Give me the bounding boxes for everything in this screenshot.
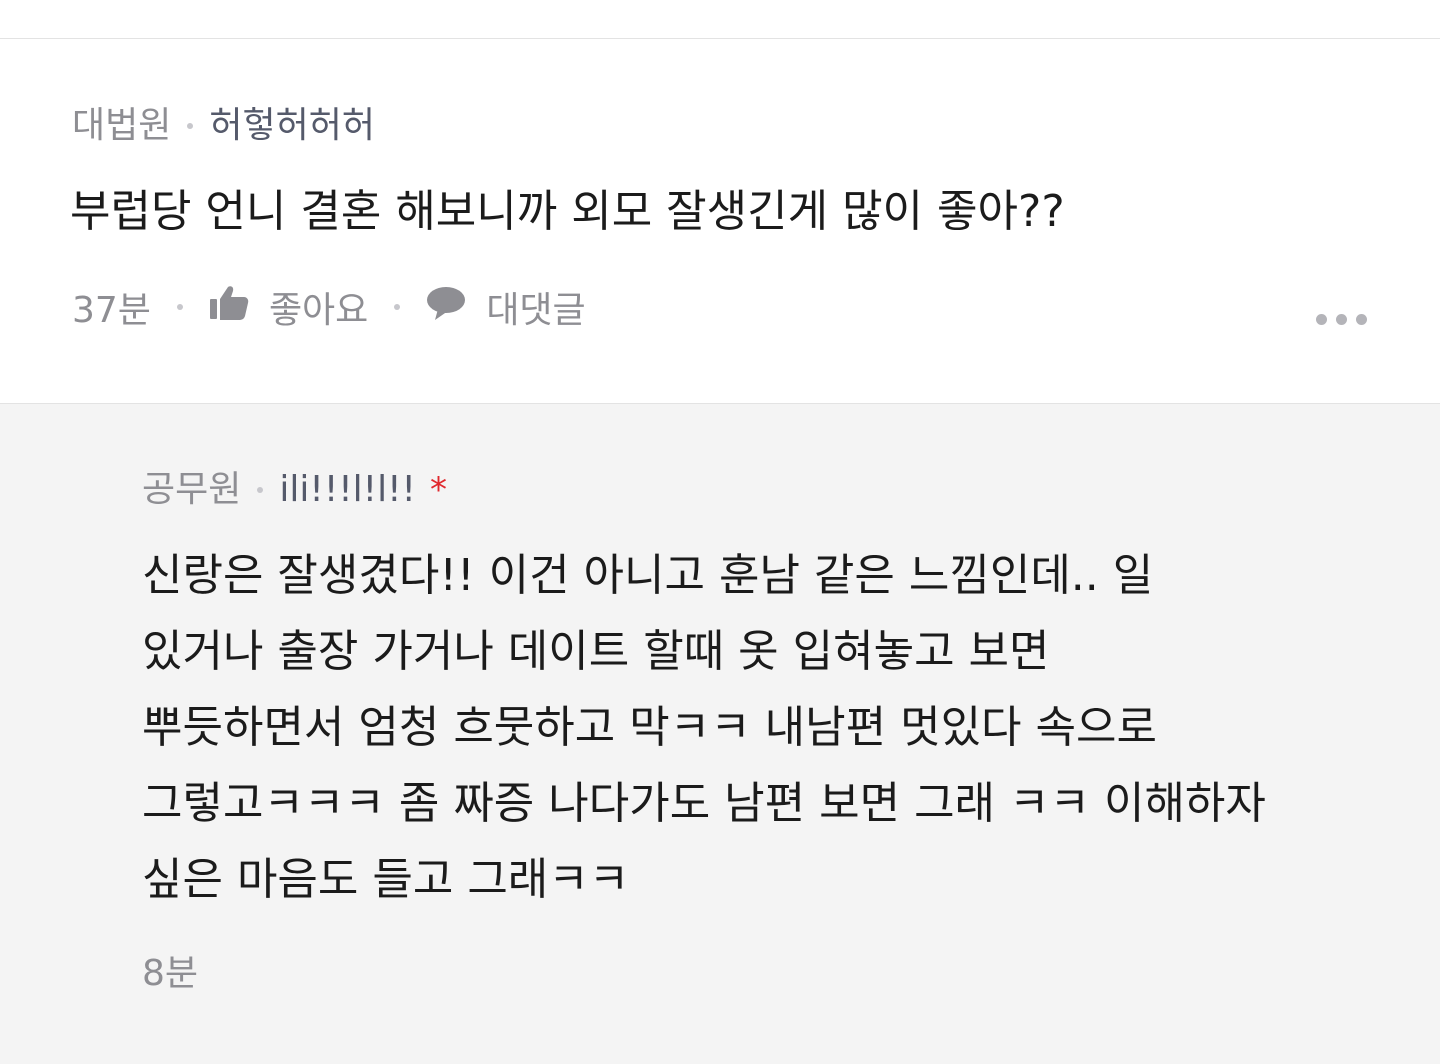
separator-dot xyxy=(187,123,194,129)
separator-dot xyxy=(257,487,264,493)
more-dot xyxy=(1356,314,1367,325)
more-options-button[interactable] xyxy=(1316,314,1367,325)
comment-text: 부럽당 언니 결혼 해보니까 외모 잘생긴게 많이 좋아?? xyxy=(70,186,1065,237)
more-dot xyxy=(1316,314,1327,325)
reply-text-line: 싶은 마음도 들고 그래ㅋㅋ xyxy=(142,854,630,905)
author-nickname[interactable]: ili!!!l!l!! xyxy=(279,468,416,512)
comment-actions: 37분 좋아요 대댓글 xyxy=(72,281,586,333)
separator-dot xyxy=(176,304,183,310)
separator-dot xyxy=(394,304,401,310)
speech-bubble-icon xyxy=(426,285,466,330)
reply-text-line: 뿌듯하면서 엄청 흐뭇하고 막ㅋㅋ 내남편 멋있다 속으로 xyxy=(142,702,1157,753)
reply-meta: 8분 xyxy=(142,952,198,996)
like-button[interactable]: 좋아요 xyxy=(209,281,368,333)
like-label: 좋아요 xyxy=(268,290,369,331)
reply-text: 신랑은 잘생겼다!! 이건 아니고 훈남 같은 느낌인데.. 일 있거나 출장 … xyxy=(142,538,1402,918)
thumbs-up-icon xyxy=(209,285,249,330)
comment-author: 대법원 허헣허허허 xyxy=(72,104,375,148)
reply-text-line: 있거나 출장 가거나 데이트 할때 옷 입혀놓고 보면 xyxy=(142,626,1050,677)
reply-label: 대댓글 xyxy=(486,290,586,331)
reply-button[interactable]: 대댓글 xyxy=(426,281,586,333)
author-job: 공무원 xyxy=(142,469,242,510)
comment-time: 37분 xyxy=(72,290,151,331)
more-dot xyxy=(1336,314,1347,325)
reply-text-line: 그렇고ㅋㅋㅋ 좀 짜증 나다가도 남편 보면 그래 ㅋㅋ 이해하자 xyxy=(142,778,1266,829)
reply-time: 8분 xyxy=(142,953,199,994)
author-badge: * xyxy=(429,470,447,510)
author-job: 대법원 xyxy=(72,105,172,146)
reply-text-line: 신랑은 잘생겼다!! 이건 아니고 훈남 같은 느낌인데.. 일 xyxy=(142,550,1154,601)
author-nickname[interactable]: 허헣허허허 xyxy=(209,104,375,148)
reply-author: 공무원 ili!!!l!l!! * xyxy=(142,468,447,512)
